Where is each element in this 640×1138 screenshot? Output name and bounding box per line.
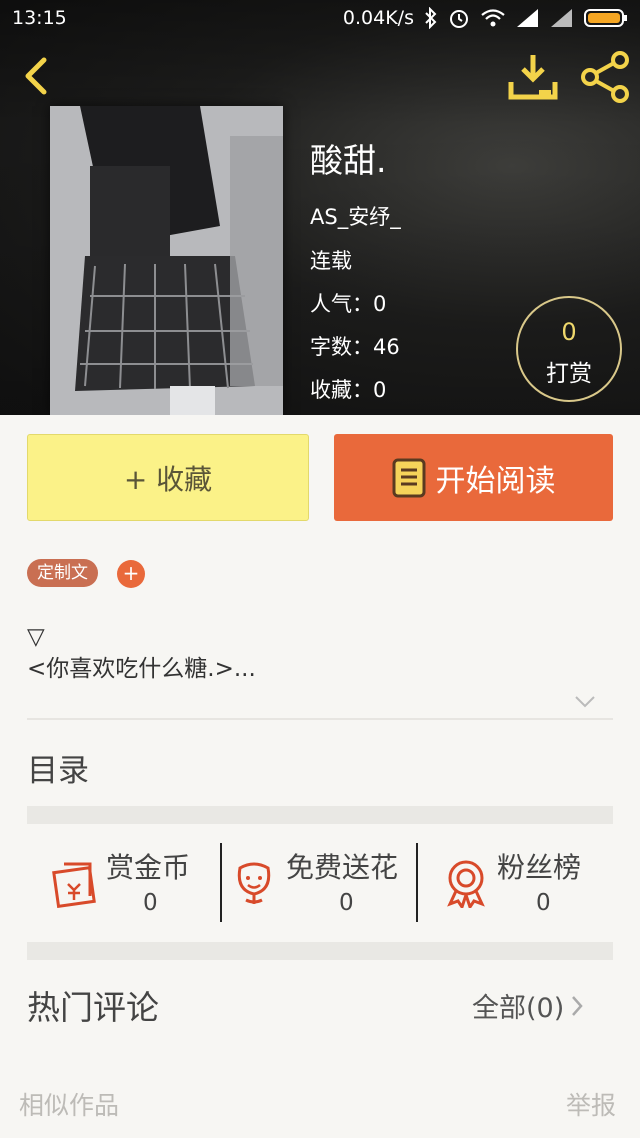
add-tag-button[interactable]: +: [117, 560, 145, 588]
signal-icon-2: [551, 9, 572, 27]
words-value: 46: [373, 335, 400, 359]
book-popularity: 人气：0: [310, 289, 401, 319]
all-comments-label: 全部(0): [472, 993, 565, 1024]
favorites-value: 0: [373, 378, 387, 402]
book-header: 13:15 0.04K/s 酸甜. AS_安纾_ 连载 人气：0 字数：46 收…: [0, 0, 640, 415]
stat-divider: [416, 843, 418, 922]
all-comments-link[interactable]: 全部(0): [472, 986, 584, 1025]
status-bar: 13:15 0.04K/s: [0, 0, 640, 36]
battery-icon: [584, 9, 627, 27]
table-of-contents-link[interactable]: 目录: [27, 745, 89, 790]
stat-value: 0: [536, 890, 551, 916]
network-speed: 0.04K/s: [342, 7, 414, 29]
back-button[interactable]: [14, 52, 58, 100]
similar-works-tab[interactable]: 相似作品: [19, 1086, 119, 1122]
book-author[interactable]: AS_安纾_: [310, 202, 401, 232]
tip-label: 打赏: [546, 361, 592, 387]
alarm-icon: [450, 10, 468, 28]
stat-label: 粉丝榜: [497, 851, 582, 884]
book-cover-image[interactable]: [50, 106, 283, 415]
gold-coin-reward[interactable]: 赏金币 0: [48, 840, 218, 922]
wifi-icon: [481, 9, 505, 27]
book-description[interactable]: ▽ <你喜欢吃什么糖.>...: [27, 621, 256, 685]
divider: [27, 718, 613, 720]
free-flower-gift[interactable]: 免费送花 0: [232, 840, 414, 922]
collect-button[interactable]: + 收藏: [27, 434, 309, 521]
share-button[interactable]: [578, 50, 632, 104]
stat-label: 赏金币: [106, 851, 191, 884]
chevron-down-icon: [575, 696, 595, 708]
collect-label: + 收藏: [123, 462, 213, 496]
chevron-left-icon: [25, 57, 47, 95]
book-status: 连载: [310, 249, 352, 273]
start-reading-button[interactable]: 开始阅读: [334, 434, 613, 521]
tip-count: 0: [561, 318, 577, 346]
book-info: 酸甜. AS_安纾_ 连载 人气：0 字数：46 收藏：0: [310, 138, 401, 415]
stat-value: 0: [339, 890, 354, 916]
download-button[interactable]: [506, 52, 560, 102]
fan-ranking[interactable]: 粉丝榜 0: [444, 840, 614, 922]
medal-icon: [447, 860, 485, 908]
section-separator: [27, 942, 613, 960]
book-title: 酸甜.: [310, 141, 387, 180]
stat-value: 0: [143, 890, 158, 916]
stat-label: 免费送花: [286, 851, 399, 884]
start-reading-label: 开始阅读: [435, 463, 556, 499]
popularity-value: 0: [373, 292, 387, 316]
cover-photo: [50, 106, 283, 415]
words-label: 字数：: [310, 335, 373, 359]
section-separator: [27, 806, 613, 824]
book-favorites: 收藏：0: [310, 375, 401, 405]
report-button[interactable]: 举报: [566, 1086, 616, 1122]
download-icon: [508, 55, 558, 100]
book-icon: [392, 458, 425, 497]
favorites-label: 收藏：: [310, 378, 373, 402]
status-time: 13:15: [12, 7, 67, 29]
popularity-label: 人气：: [310, 292, 373, 316]
signal-icon: [517, 9, 538, 27]
stat-divider: [220, 843, 222, 922]
description-line-2: <你喜欢吃什么糖.>...: [27, 656, 256, 682]
red-envelope-icon: [52, 862, 96, 908]
bluetooth-icon: [425, 7, 437, 29]
description-line-1: ▽: [27, 624, 45, 650]
flower-icon: [237, 862, 271, 904]
tip-button[interactable]: 0 打赏: [516, 296, 622, 402]
expand-description-button[interactable]: [572, 690, 598, 712]
share-icon: [581, 51, 629, 103]
book-word-count: 字数：46: [310, 332, 401, 362]
tag-custom-writing[interactable]: 定制文: [27, 559, 98, 587]
hot-comments-title: 热门评论: [27, 988, 159, 1027]
chevron-right-icon: [572, 995, 583, 1016]
